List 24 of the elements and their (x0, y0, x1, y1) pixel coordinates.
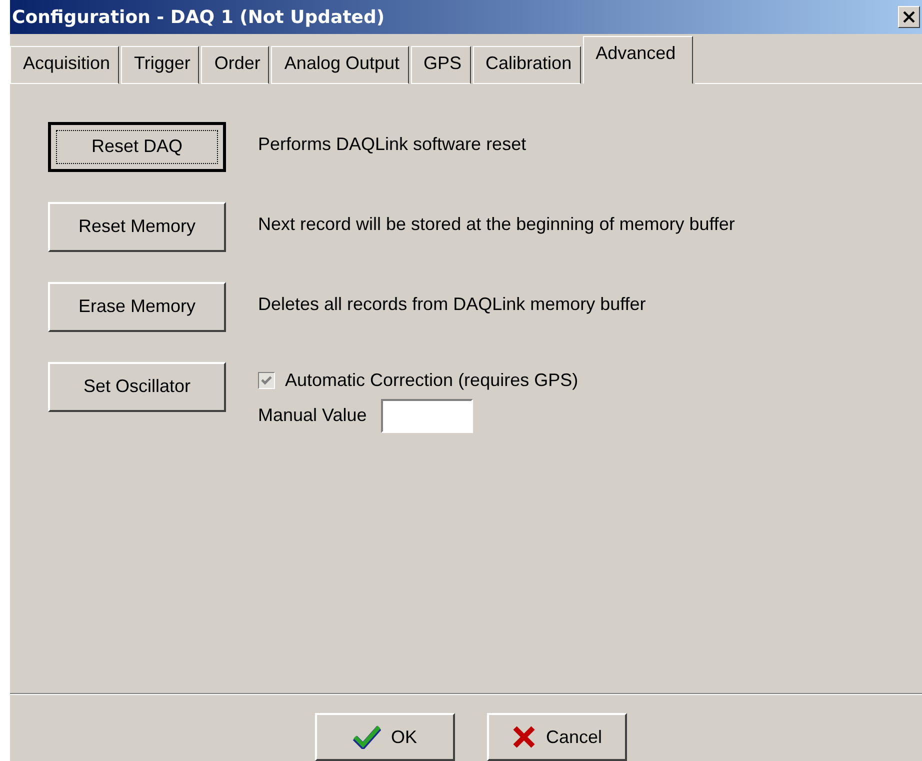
action-button[interactable]: Reset Memory (48, 202, 226, 252)
tab[interactable]: GPS (410, 46, 471, 84)
close-icon (903, 11, 915, 24)
action-button[interactable]: Erase Memory (48, 282, 226, 332)
window-title: Configuration - DAQ 1 (Not Updated) (11, 6, 385, 28)
tab[interactable]: Advanced (582, 36, 693, 84)
description-text: Deletes all records from DAQLink memory buffer (258, 294, 646, 315)
close-button[interactable] (898, 6, 920, 28)
checkbox-label: Automatic Correction (requires GPS) (285, 370, 578, 391)
tab[interactable]: Order (201, 46, 270, 84)
field-label: Manual Value (258, 405, 367, 426)
tab[interactable]: Acquisition (10, 46, 120, 84)
description-text: Performs DAQLink software reset (258, 134, 526, 155)
tab[interactable]: Trigger (121, 46, 200, 84)
ok-button[interactable]: OK (315, 713, 455, 761)
checkmark-icon (352, 725, 381, 749)
input-field[interactable] (380, 398, 473, 433)
cross-icon (512, 725, 536, 749)
cancel-button[interactable]: Cancel (487, 713, 627, 761)
action-button[interactable]: Reset DAQ (48, 122, 226, 172)
action-button[interactable]: Set Oscillator (48, 362, 226, 412)
description-text: Next record will be stored at the beginning of memory buffer (258, 214, 735, 235)
tab[interactable]: Calibration (472, 46, 581, 84)
tab[interactable]: Analog Output (271, 46, 409, 84)
